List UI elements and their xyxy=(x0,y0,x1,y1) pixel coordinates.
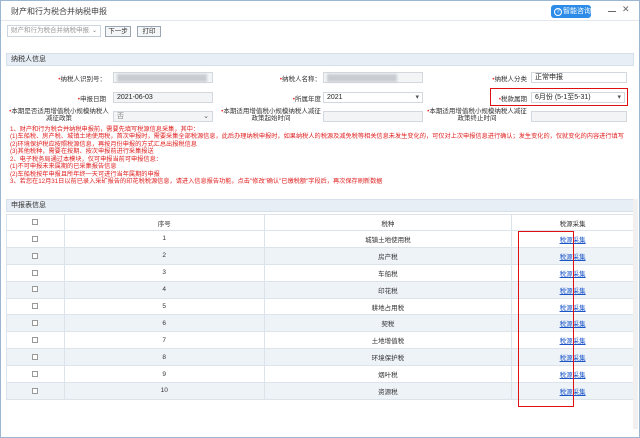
instruction-notes: 1、财产和行为税合并纳税申报前，需要先填写税源信息采集，其中： (1)车船税、房… xyxy=(10,126,632,186)
chevron-down-icon: ⌄ xyxy=(203,113,209,120)
row-checkbox[interactable] xyxy=(32,303,39,310)
column-header-collect: 税源采集 xyxy=(511,214,634,231)
row-checkbox[interactable] xyxy=(32,252,39,259)
note-line: 3、若您在12月31日以前已录入采矿报告的印花税税源信息，请进入信息报告功能，点… xyxy=(10,178,383,186)
row-no: 8 xyxy=(63,348,265,367)
row-no: 9 xyxy=(63,365,265,384)
table-header-row: 序号 税种 税源采集 xyxy=(6,214,634,231)
row-checkbox[interactable] xyxy=(32,387,39,394)
note-line: (3)其他税种，需要在按期、按次申报前进行采集报送 xyxy=(10,148,154,156)
row-tax: 车船税 xyxy=(263,263,513,282)
tax-declaration-window: 财产和行为税合并纳税申报 ? 智能咨询 ✕ 财产和行为税合并纳税申报 ⌄ 下一步 打… xyxy=(0,0,640,438)
highlight-box-period xyxy=(490,88,628,106)
row-checkbox[interactable] xyxy=(32,370,39,377)
row-checkbox[interactable] xyxy=(32,235,39,242)
small-scale-policy-value: 否 xyxy=(117,113,124,120)
row-no: 2 xyxy=(63,246,265,265)
small-scale-policy-label-text: 本期是否适用增值税小规模纳税人减征政策 xyxy=(11,108,109,122)
note-line: (1)不可申报未来属期的已采集报告信息 xyxy=(10,163,117,171)
row-no: 7 xyxy=(63,331,265,350)
taxpayer-name-label: •纳税人名称： xyxy=(279,76,321,83)
window-title: 财产和行为税合并纳税申报 xyxy=(11,7,107,16)
tax-year-select[interactable]: 2021 ▾ xyxy=(323,92,423,103)
row-tax: 资源税 xyxy=(263,382,513,400)
note-line: (1)车船税、房产税、城镇土地使用税，首次申报时，需要采集全部税源信息，此后办理… xyxy=(10,133,624,141)
taxpayer-id-label-text: 纳税人识别号： xyxy=(60,76,107,83)
taxpayer-type-label: •纳税人分类 xyxy=(492,76,528,83)
column-header-no: 序号 xyxy=(63,214,265,231)
title-bar: 财产和行为税合并纳税申报 ? 智能咨询 ✕ xyxy=(1,1,639,21)
column-header-tax: 税种 xyxy=(263,214,513,231)
toolbar: 财产和行为税合并纳税申报 ⌄ 下一步 打印 xyxy=(1,22,639,41)
minimize-icon[interactable] xyxy=(607,5,617,15)
tax-year-label-text: 所属年度 xyxy=(295,96,321,103)
small-scale-policy-select[interactable]: 否 ⌄ xyxy=(113,111,213,122)
row-tax: 烟叶税 xyxy=(263,365,513,384)
row-no: 4 xyxy=(63,280,265,299)
row-checkbox[interactable] xyxy=(32,286,39,293)
smart-consult-button[interactable]: ? 智能咨询 xyxy=(551,5,591,18)
form-type-select[interactable]: 财产和行为税合并纳税申报 ⌄ xyxy=(7,25,101,37)
vertical-scrollbar[interactable] xyxy=(633,199,638,429)
row-tax: 环境保护税 xyxy=(263,348,513,367)
policy-end-label-text: 本期适用增值税小规模纳税人减征政策终止时间 xyxy=(429,108,527,122)
highlight-box-collect-column xyxy=(518,231,574,407)
row-no: 10 xyxy=(63,382,265,400)
declaration-date-field: 2021-06-03 xyxy=(113,92,213,103)
row-checkbox[interactable] xyxy=(32,353,39,360)
policy-end-label: •本期适用增值税小规模纳税人减征政策终止时间 xyxy=(427,108,527,122)
next-step-button[interactable]: 下一步 xyxy=(105,26,131,37)
policy-start-label: •本期适用增值税小规模纳税人减征政策起始时间 xyxy=(221,108,321,122)
form-type-select-value: 财产和行为税合并纳税申报 xyxy=(11,27,89,34)
row-no: 6 xyxy=(63,314,265,333)
chevron-down-icon: ▾ xyxy=(415,94,419,101)
smart-consult-label: 智能咨询 xyxy=(563,8,591,15)
declaration-date-label: •申报日期 xyxy=(77,96,106,103)
redacted-value xyxy=(327,74,397,82)
row-tax: 印花税 xyxy=(263,280,513,299)
row-tax: 土地增值税 xyxy=(263,331,513,350)
redacted-value xyxy=(117,74,207,82)
select-all-cell[interactable] xyxy=(6,214,65,231)
tax-year-label: •所属年度 xyxy=(292,96,321,103)
taxpayer-type-label-text: 纳税人分类 xyxy=(494,76,528,83)
print-button[interactable]: 打印 xyxy=(137,26,161,37)
chevron-down-icon: ⌄ xyxy=(91,28,97,34)
policy-start-field xyxy=(323,111,423,122)
taxpayer-id-label: •纳税人识别号： xyxy=(58,76,107,83)
row-checkbox[interactable] xyxy=(32,320,39,327)
small-scale-policy-label: •本期是否适用增值税小规模纳税人减征政策 xyxy=(9,108,109,122)
taxpayer-name-field xyxy=(323,72,423,83)
select-all-checkbox[interactable] xyxy=(32,219,39,226)
taxpayer-type-field: 正常申报 xyxy=(531,72,627,83)
row-checkbox[interactable] xyxy=(32,269,39,276)
tax-year-value: 2021 xyxy=(327,94,343,101)
taxpayer-id-field xyxy=(113,72,213,83)
row-tax: 耕地占用税 xyxy=(263,297,513,316)
row-checkbox[interactable] xyxy=(32,337,39,344)
row-no: 3 xyxy=(63,263,265,282)
row-tax: 城镇土地使用税 xyxy=(263,230,513,248)
taxpayer-name-label-text: 纳税人名称： xyxy=(282,76,321,83)
declaration-date-label-text: 申报日期 xyxy=(80,96,106,103)
close-icon[interactable]: ✕ xyxy=(622,4,630,14)
row-no: 5 xyxy=(63,297,265,316)
row-tax: 契税 xyxy=(263,314,513,333)
taxpayer-section-header: 纳税人信息 xyxy=(6,53,634,66)
row-tax: 房产税 xyxy=(263,246,513,265)
row-no: 1 xyxy=(63,230,265,248)
policy-end-field xyxy=(531,111,627,122)
help-icon: ? xyxy=(554,8,562,16)
policy-start-label-text: 本期适用增值税小规模纳税人减征政策起始时间 xyxy=(223,108,321,122)
declaration-table-section-header: 申报表信息 xyxy=(6,199,634,212)
